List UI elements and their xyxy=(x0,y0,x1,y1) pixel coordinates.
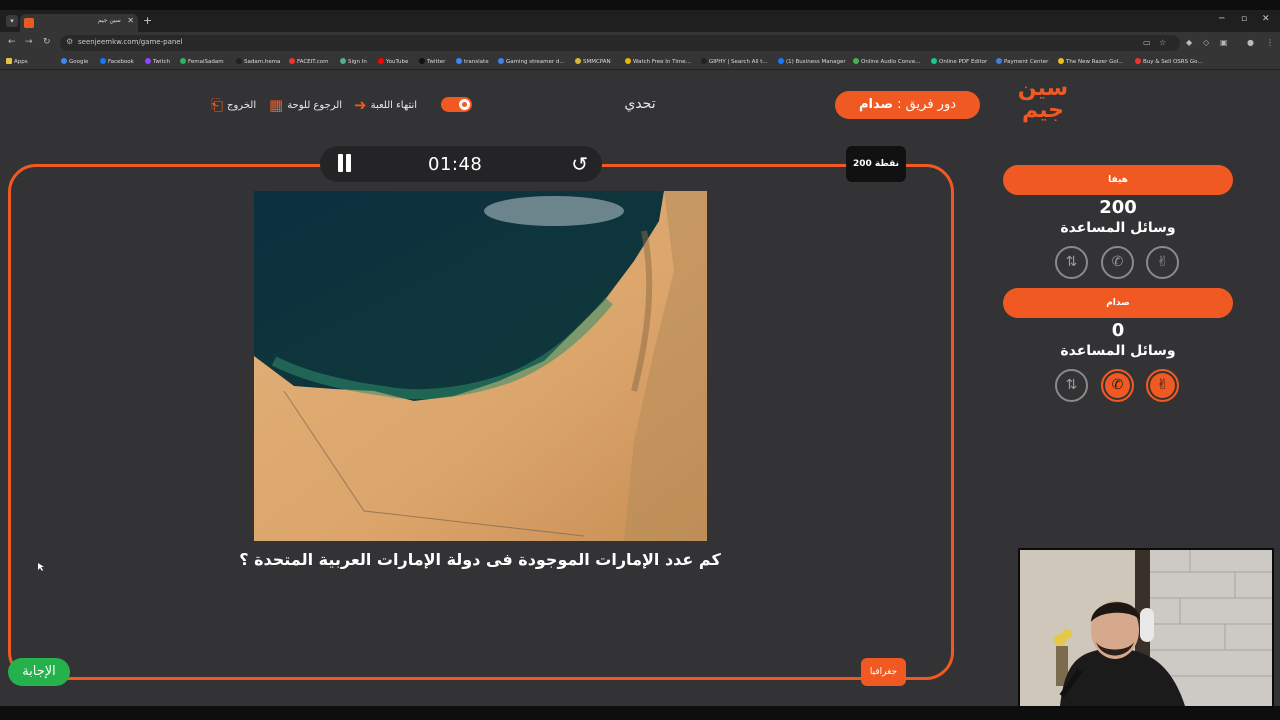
bookmark-item[interactable]: Sadam.hema xyxy=(236,58,280,65)
team-score: 0 xyxy=(1111,320,1125,341)
exit-button[interactable]: الخروج ⎗ xyxy=(211,96,256,114)
browser-tabstrip xyxy=(0,10,1280,32)
hand-icon[interactable]: ✌ xyxy=(1146,369,1179,402)
swap-icon[interactable]: ⇅ xyxy=(1055,246,1088,279)
team-score: 200 xyxy=(1099,197,1137,218)
bookmark-item[interactable]: SMMCPAN xyxy=(575,58,611,65)
tab-list-button[interactable]: ▾ xyxy=(6,15,18,27)
end-game-toggle[interactable] xyxy=(441,97,472,112)
reload-icon[interactable]: ↻ xyxy=(43,37,51,47)
bookmark-item[interactable]: Twitter xyxy=(419,58,445,65)
end-game-label: انتهاء اللعبة xyxy=(370,99,418,111)
hand-icon[interactable]: ✌ xyxy=(1146,246,1179,279)
question-text: كم عدد الإمارات الموجودة فى دولة الإمارا… xyxy=(239,550,721,569)
turn-label: دور فريق : xyxy=(897,97,957,112)
bookmark-item[interactable]: GIPHY | Search All t... xyxy=(701,58,768,65)
category-badge: جغرافيا xyxy=(861,658,906,686)
exit-label: الخروج xyxy=(227,99,257,111)
swap-icon[interactable]: ⇅ xyxy=(1055,369,1088,402)
aids-label: وسائل المساعدة xyxy=(1060,220,1176,236)
site-info-icon[interactable]: ⚙ xyxy=(66,37,73,46)
game-mode-label: تحدي xyxy=(624,96,656,112)
timer-bar: 01:48 ↺ xyxy=(320,146,602,182)
reset-timer-icon[interactable]: ↺ xyxy=(571,152,588,176)
extension-icon[interactable]: ◆ xyxy=(1186,38,1192,47)
close-window-icon[interactable]: ✕ xyxy=(1262,14,1270,24)
bookmark-item[interactable]: Gaming streamer d... xyxy=(498,58,565,65)
bookmark-item[interactable]: Buy & Sell OSRS Go... xyxy=(1135,58,1203,65)
phone-icon[interactable]: ✆ xyxy=(1101,246,1134,279)
bookmark-item[interactable]: Facebook xyxy=(100,58,134,65)
tab-title: سين جيم xyxy=(98,17,121,24)
bookmark-item[interactable]: The New Razer Gol... xyxy=(1058,58,1123,65)
bookmark-item[interactable]: translate xyxy=(456,58,489,65)
aids-label: وسائل المساعدة xyxy=(1060,343,1176,359)
forward-icon[interactable]: → xyxy=(25,37,33,47)
profile-avatar[interactable]: ● xyxy=(1247,38,1254,47)
bookmark-item[interactable]: Payment Center xyxy=(996,58,1048,65)
bookmark-item[interactable]: Watch Free In Time... xyxy=(625,58,691,65)
webcam-overlay xyxy=(1018,548,1274,708)
minimize-icon[interactable]: ─ xyxy=(1219,14,1224,24)
menu-dots-icon[interactable]: ⋮ xyxy=(1266,38,1274,47)
back-to-board-label: الرجوع للوحة xyxy=(287,99,343,111)
address-bar[interactable]: ⚙ seenjeemkw.com/game-panel xyxy=(60,35,1180,51)
site-logo[interactable]: سين جيم xyxy=(1016,78,1070,128)
bookmark-star-icon[interactable]: ☆ xyxy=(1159,38,1166,47)
maximize-icon[interactable]: ▫ xyxy=(1241,14,1247,24)
bookmark-item[interactable]: Sign In xyxy=(340,58,367,65)
bookmarks-bar: Apps Google Facebook Twitch FemaiSadam S… xyxy=(0,54,1280,70)
mouse-cursor xyxy=(38,563,44,571)
bookmark-item[interactable]: Apps xyxy=(6,58,28,65)
extensions-puzzle-icon[interactable]: ▣ xyxy=(1220,38,1228,47)
bookmark-item[interactable]: YouTube xyxy=(378,58,408,65)
url-text: seenjeemkw.com/game-panel xyxy=(78,38,183,46)
bookmark-item[interactable]: FACEIT.com xyxy=(289,58,328,65)
end-game-button[interactable]: انتهاء اللعبة ➜ xyxy=(354,96,417,114)
arrow-right-icon: ➜ xyxy=(354,95,367,114)
back-icon[interactable]: ← xyxy=(8,37,16,47)
question-points: 200 نقطة xyxy=(846,146,906,182)
bookmark-item[interactable]: Online Audio Conve... xyxy=(853,58,920,65)
question-image xyxy=(254,191,707,541)
browser-tab[interactable]: سين جيم ✕ xyxy=(20,14,138,32)
current-turn-pill: دور فريق : صدام xyxy=(835,91,980,119)
close-tab-icon[interactable]: ✕ xyxy=(127,16,134,25)
grid-icon: ▦ xyxy=(269,95,284,114)
phone-icon[interactable]: ✆ xyxy=(1101,369,1134,402)
extension-icon[interactable]: ◇ xyxy=(1203,38,1209,47)
back-to-board-button[interactable]: الرجوع للوحة ▦ xyxy=(269,96,342,114)
bookmark-item[interactable]: FemaiSadam xyxy=(180,58,224,65)
pause-icon[interactable] xyxy=(336,154,354,174)
bookmark-item[interactable]: Twitch xyxy=(145,58,170,65)
bookmark-item[interactable]: (1) Business Manager xyxy=(778,58,846,65)
team-name-pill: صدام xyxy=(1003,288,1233,318)
bookmark-item[interactable]: Google xyxy=(61,58,88,65)
new-tab-button[interactable]: + xyxy=(143,14,152,27)
team-name-pill: هيفا xyxy=(1003,165,1233,195)
bookmark-item[interactable]: Online PDF Editor xyxy=(931,58,987,65)
show-answer-button[interactable]: الإجابة xyxy=(8,658,70,686)
turn-team-name: صدام xyxy=(858,97,894,112)
install-icon[interactable]: ▭ xyxy=(1143,38,1151,47)
timer-display: 01:48 xyxy=(428,154,483,175)
exit-door-icon: ⎗ xyxy=(211,95,224,114)
site-favicon xyxy=(24,18,34,28)
